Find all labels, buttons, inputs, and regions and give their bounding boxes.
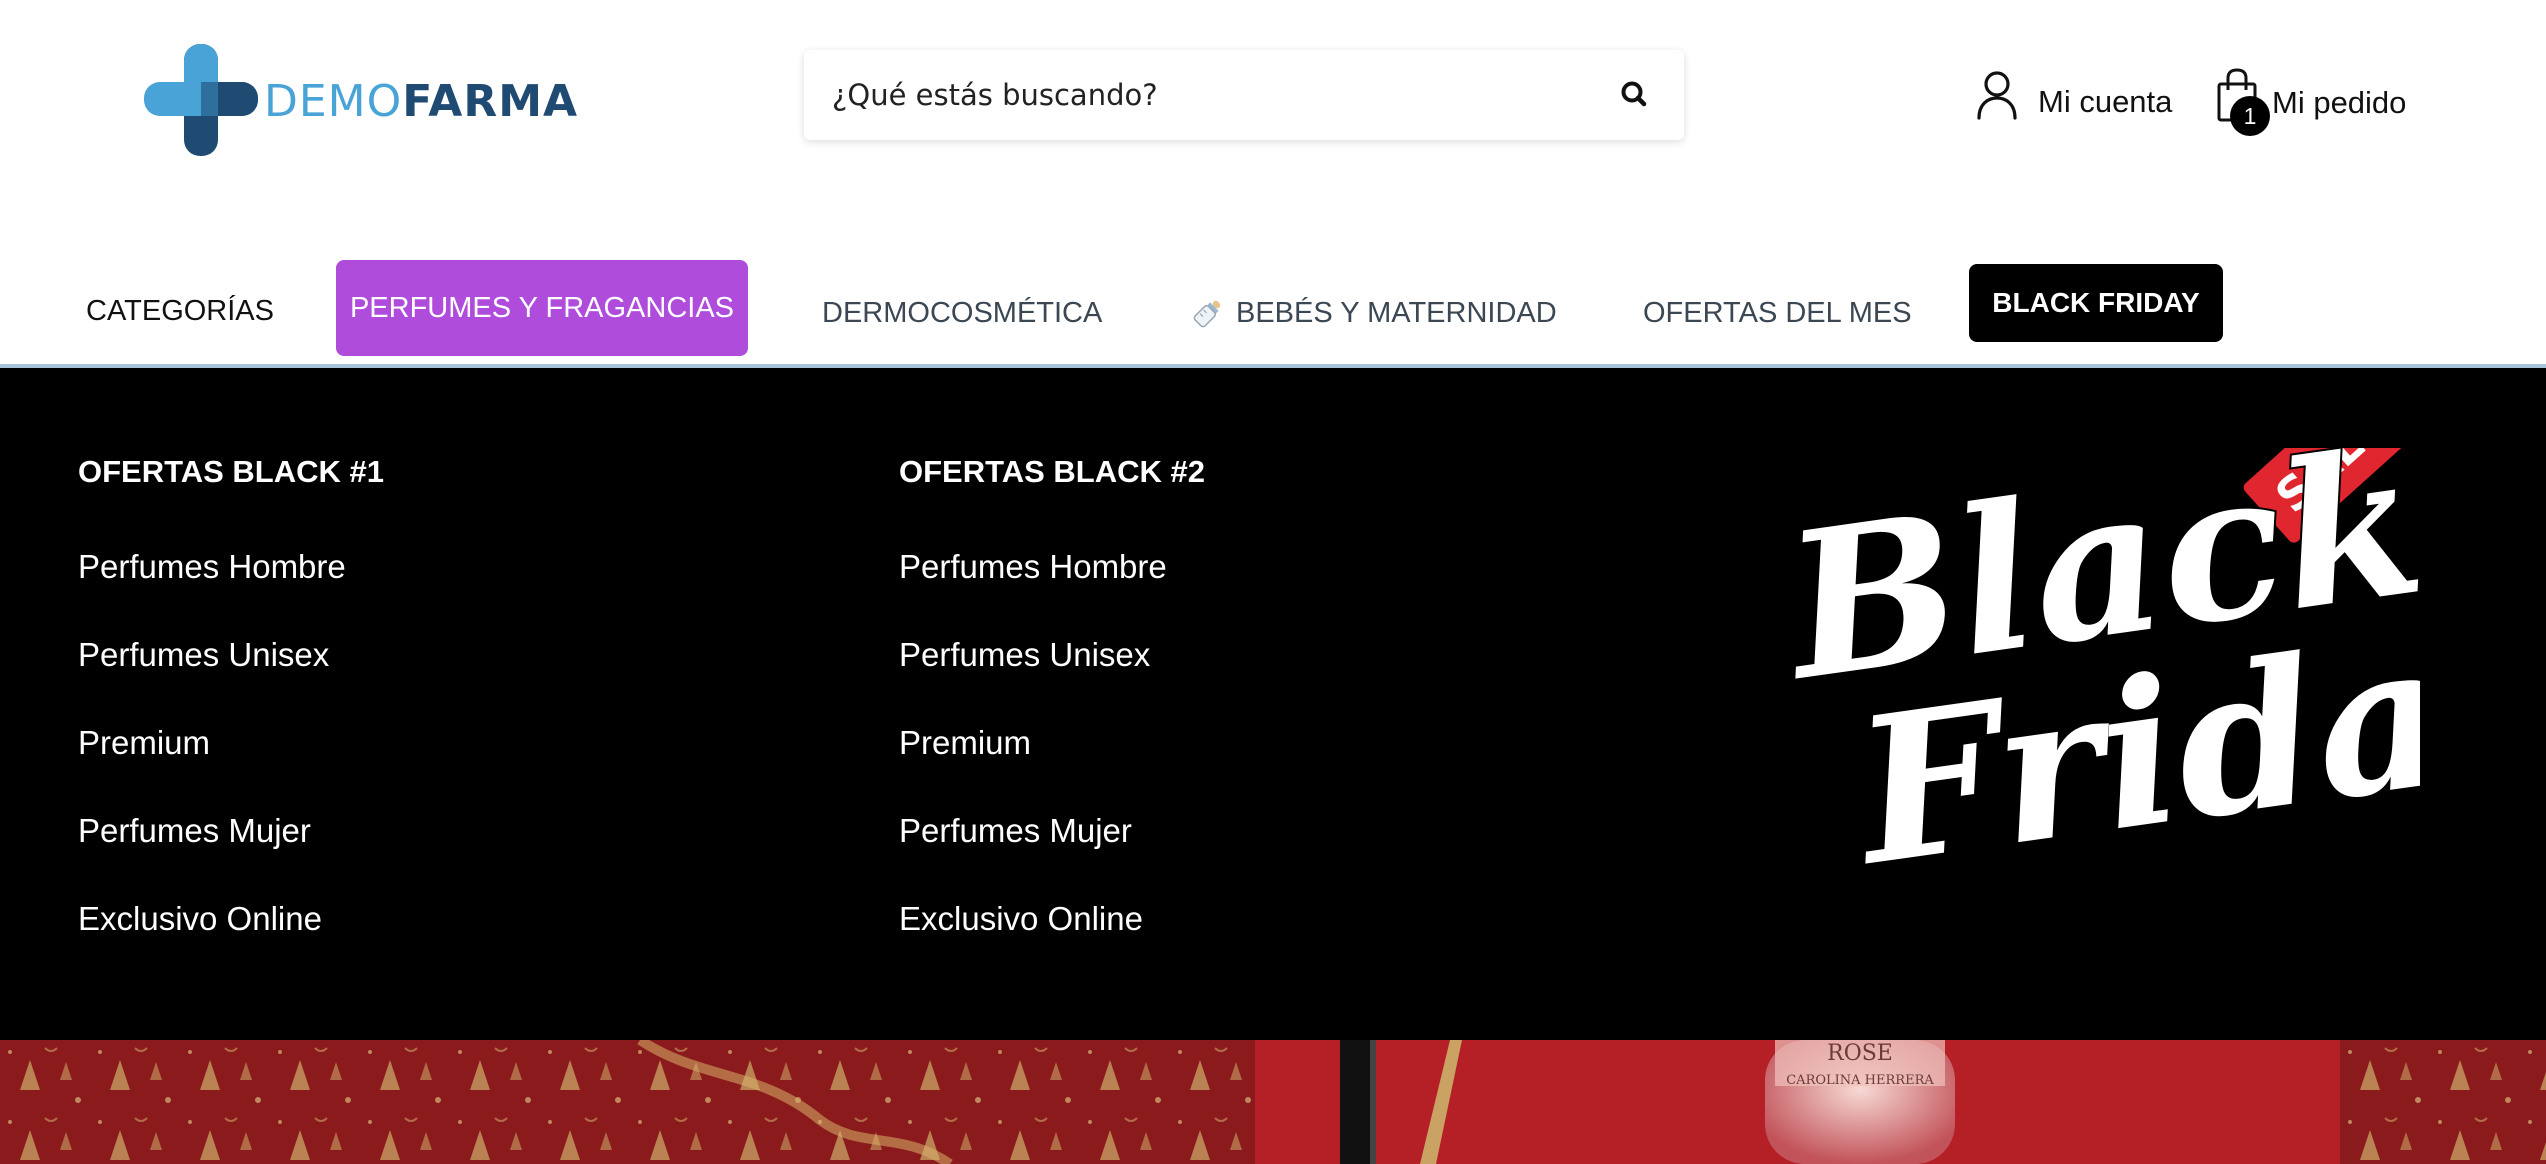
banner-artwork: ROSE CAROLINA HERRERA: [0, 1040, 2546, 1164]
brand-name-part1: DEMO: [264, 75, 403, 127]
nav-item-categorias[interactable]: CATEGORÍAS: [86, 286, 274, 336]
black-friday-promo-image[interactable]: SALE Black Friday: [1760, 448, 2420, 888]
hero-banner[interactable]: ROSE CAROLINA HERRERA: [0, 1040, 2546, 1164]
cart-link[interactable]: 1 Mi pedido: [2216, 68, 2407, 136]
cart-count-badge: 1: [2230, 96, 2270, 136]
menu-link[interactable]: Exclusivo Online: [899, 900, 1167, 988]
menu-link[interactable]: Perfumes Hombre: [899, 548, 1167, 636]
search-input[interactable]: [832, 65, 1592, 125]
menu-link[interactable]: Exclusivo Online: [78, 900, 346, 988]
menu-column-title: OFERTAS BLACK #1: [78, 454, 385, 489]
search-icon: [1621, 81, 1647, 107]
menu-link[interactable]: Perfumes Mujer: [78, 812, 346, 900]
baby-bottle-icon: [1193, 300, 1221, 328]
nav-item-perfumes[interactable]: PERFUMES Y FRAGANCIAS: [336, 260, 748, 356]
user-icon: [1977, 71, 2017, 120]
menu-link[interactable]: Perfumes Unisex: [78, 636, 346, 724]
menu-link-list: Perfumes Hombre Perfumes Unisex Premium …: [899, 548, 1167, 988]
cart-icon-wrapper: 1: [2216, 68, 2270, 136]
account-link[interactable]: Mi cuenta: [1976, 70, 2172, 120]
nav-item-black-friday[interactable]: BLACK FRIDAY: [1969, 264, 2223, 342]
nav-item-bebes-label: BEBÉS Y MATERNIDAD: [1236, 296, 1557, 329]
brand-wordmark: DEMOFARMA: [264, 76, 578, 127]
cross-logo-icon: [144, 44, 258, 156]
menu-link[interactable]: Perfumes Mujer: [899, 812, 1167, 900]
banner-product-name: ROSE: [1827, 1041, 1893, 1066]
brand-name-part2: FARMA: [402, 75, 579, 127]
banner-product-brand: CAROLINA HERRERA: [1786, 1073, 1934, 1088]
main-nav: CATEGORÍAS PERFUMES Y FRAGANCIAS DERMOCO…: [0, 256, 2546, 366]
nav-item-ofertas[interactable]: OFERTAS DEL MES: [1643, 286, 1912, 340]
menu-link[interactable]: Premium: [78, 724, 346, 812]
menu-link-list: Perfumes Hombre Perfumes Unisex Premium …: [78, 548, 346, 988]
search-bar: [804, 50, 1684, 140]
site-header: DEMOFARMA Mi cuenta 1 Mi pedido: [0, 0, 2546, 200]
nav-item-dermocosmetica[interactable]: DERMOCOSMÉTICA: [822, 286, 1102, 340]
mega-menu: OFERTAS BLACK #1 Perfumes Hombre Perfume…: [0, 368, 2546, 1040]
account-label: Mi cuenta: [2038, 84, 2173, 119]
order-label: Mi pedido: [2272, 85, 2407, 120]
menu-link[interactable]: Premium: [899, 724, 1167, 812]
menu-link[interactable]: Perfumes Unisex: [899, 636, 1167, 724]
black-friday-graphic: SALE Black Friday: [1767, 448, 2420, 888]
menu-link[interactable]: Perfumes Hombre: [78, 548, 346, 636]
search-button[interactable]: [1616, 76, 1654, 114]
menu-column-title: OFERTAS BLACK #2: [899, 454, 1206, 489]
nav-item-bebes[interactable]: BEBÉS Y MATERNIDAD: [1192, 286, 1557, 340]
brand-logo[interactable]: DEMOFARMA: [144, 44, 578, 156]
